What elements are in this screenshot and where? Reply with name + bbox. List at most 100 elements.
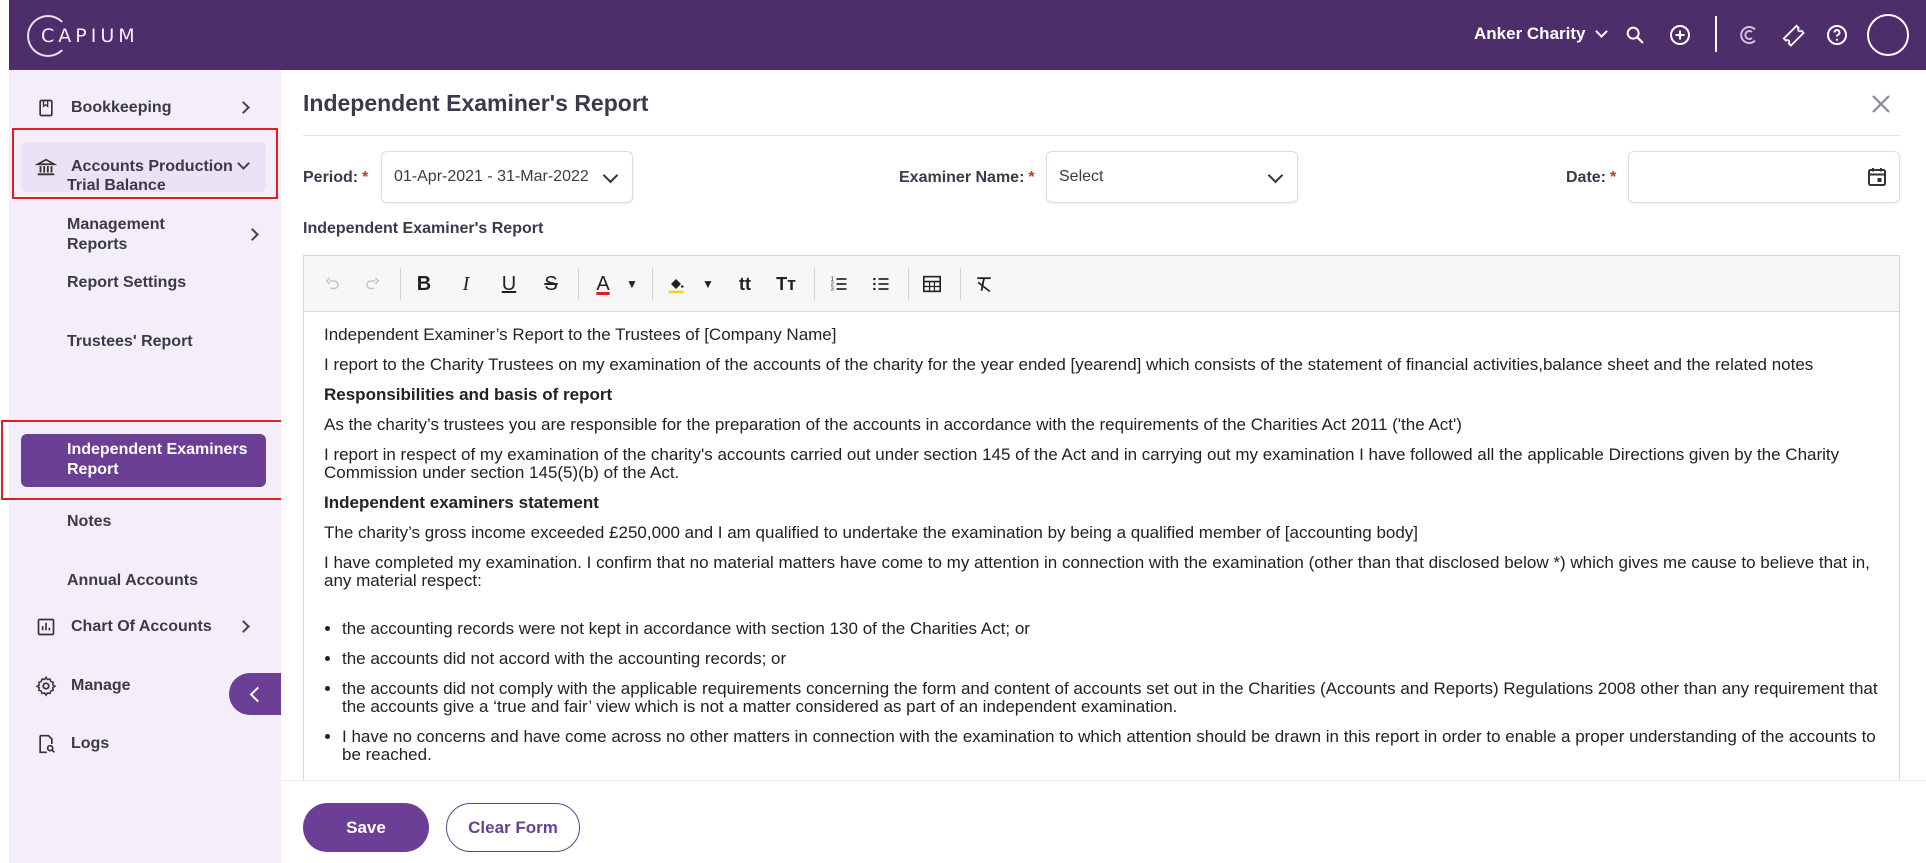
- editor-content[interactable]: Independent Examiner’s Report to the Tru…: [324, 326, 1884, 776]
- clear-format-icon[interactable]: [970, 270, 998, 298]
- sidebar-subitem-report-settings[interactable]: Report Settings: [67, 273, 257, 293]
- clear-form-button[interactable]: Clear Form: [446, 803, 580, 852]
- gear-icon: [35, 675, 57, 697]
- calendar-icon[interactable]: [1865, 165, 1889, 194]
- table-icon[interactable]: [918, 270, 946, 298]
- editor-bullet-list: the accounting records were not kept in …: [324, 620, 1884, 764]
- strikethrough-icon[interactable]: S: [537, 270, 565, 298]
- top-bar: CAPIUM Anker Charity: [9, 0, 1926, 70]
- bar-chart-icon: [35, 616, 57, 638]
- capium-logo[interactable]: CAPIUM: [27, 14, 135, 58]
- font-size-icon[interactable]: tt: [731, 270, 759, 298]
- editor-bullet-item: the accounts did not comply with the app…: [342, 680, 1884, 716]
- editor-bullet-item: the accounting records were not kept in …: [342, 620, 1884, 638]
- editor-heading: Independent examiners statement: [324, 493, 599, 512]
- capium-c-icon[interactable]: [1736, 22, 1762, 48]
- required-mark: *: [1610, 169, 1617, 186]
- chevron-right-icon: [237, 101, 250, 114]
- chevron-left-icon: [249, 686, 265, 702]
- user-avatar[interactable]: [1867, 14, 1909, 56]
- undo-icon[interactable]: [318, 270, 346, 298]
- sidebar-item-label: Bookkeeping: [71, 99, 172, 116]
- sidebar-subitem-trial-balance[interactable]: Trial Balance: [67, 176, 257, 196]
- chevron-down-icon: [602, 167, 619, 184]
- toolbar-separator: [814, 268, 815, 300]
- editor-bullet-item: the accounts did not accord with the acc…: [342, 650, 1884, 668]
- date-label-text: Date:: [1566, 169, 1607, 186]
- ticket-icon[interactable]: [1780, 22, 1806, 48]
- date-input[interactable]: [1628, 151, 1900, 203]
- search-icon[interactable]: [1622, 22, 1648, 48]
- sidebar-item-logs[interactable]: Logs: [21, 719, 266, 769]
- period-select[interactable]: 01-Apr-2021 - 31-Mar-2022: [381, 151, 633, 203]
- collapse-sidebar-button[interactable]: [229, 673, 281, 715]
- chevron-down-icon: [1595, 25, 1609, 38]
- editor-paragraph: The charity’s gross income exceeded £250…: [324, 523, 1419, 542]
- italic-icon[interactable]: I: [452, 270, 480, 298]
- section-label: Independent Examiner's Report: [303, 220, 544, 237]
- svg-text:3: 3: [831, 287, 834, 293]
- page-title: Independent Examiner's Report: [303, 90, 649, 116]
- period-label-text: Period:: [303, 169, 359, 186]
- examiner-name-label: Examiner Name: *: [899, 169, 1035, 187]
- editor-paragraph: As the charity’s trustees you are respon…: [324, 415, 1462, 434]
- sidebar-item-label: Manage: [71, 677, 131, 694]
- bulleted-list-icon[interactable]: [867, 270, 895, 298]
- bank-icon: [35, 156, 57, 178]
- sidebar-item-chart-of-accounts[interactable]: Chart Of Accounts: [21, 602, 266, 652]
- highlight-color-icon[interactable]: [662, 270, 690, 298]
- examiner-name-select[interactable]: Select: [1046, 151, 1298, 203]
- document-search-icon: [35, 733, 57, 755]
- editor-bullet-item: I have no concerns and have come across …: [342, 728, 1884, 764]
- toolbar-separator: [578, 268, 579, 300]
- save-button[interactable]: Save: [303, 803, 429, 852]
- required-mark: *: [362, 169, 369, 186]
- chevron-down-icon: [1267, 167, 1284, 184]
- sidebar-item-label: Accounts Production: [71, 158, 233, 175]
- sidebar-subitem-label: Independent Examiners Report: [67, 441, 248, 478]
- sidebar-item-label: Chart Of Accounts: [71, 618, 212, 635]
- date-label: Date: *: [1566, 169, 1616, 187]
- sidebar-subitem-annual-accounts[interactable]: Annual Accounts: [67, 571, 257, 591]
- help-icon[interactable]: [1824, 22, 1850, 48]
- period-label: Period: *: [303, 169, 368, 187]
- chevron-right-icon: [246, 228, 259, 241]
- sidebar-item-label: Logs: [71, 735, 110, 752]
- app-frame: CAPIUM Anker Charity Bookkeeping Account…: [1, 0, 1926, 863]
- sidebar-item-bookkeeping[interactable]: Bookkeeping: [21, 83, 266, 133]
- text-size-icon[interactable]: Tт: [772, 270, 800, 298]
- redo-icon[interactable]: [359, 270, 387, 298]
- toolbar-separator: [400, 268, 401, 300]
- chevron-right-icon: [237, 620, 250, 633]
- sidebar-subitem-notes[interactable]: Notes: [67, 512, 257, 532]
- close-icon[interactable]: [1869, 92, 1893, 116]
- examiner-placeholder: Select: [1059, 168, 1104, 185]
- sidebar-subitem-management-reports[interactable]: Management Reports: [67, 215, 259, 255]
- font-color-dropdown-icon[interactable]: ▼: [618, 270, 646, 298]
- examiner-label-text: Examiner Name:: [899, 169, 1025, 186]
- organisation-selector[interactable]: Anker Charity: [1474, 24, 1609, 44]
- underline-icon[interactable]: U: [495, 270, 523, 298]
- sidebar-subitem-trustees-report[interactable]: Trustees' Report: [67, 332, 257, 352]
- sidebar-subitem-label: Management Reports: [67, 216, 165, 253]
- title-divider: [303, 135, 1900, 136]
- toolbar-separator: [960, 268, 961, 300]
- editor-toolbar: B I U S A ▼ ▼ tt Tт 123: [304, 256, 1899, 312]
- toolbar-separator: [908, 268, 909, 300]
- font-color-icon[interactable]: A: [589, 270, 617, 298]
- chevron-down-icon: [237, 157, 250, 170]
- required-mark: *: [1028, 169, 1035, 186]
- editor-heading: Responsibilities and basis of report: [324, 385, 613, 404]
- main-panel: Independent Examiner's Report Period: * 0…: [281, 70, 1926, 863]
- organisation-name: Anker Charity: [1474, 24, 1586, 43]
- add-circle-icon[interactable]: [1667, 22, 1693, 48]
- numbered-list-icon[interactable]: 123: [825, 270, 853, 298]
- sidebar-subitem-independent-examiners-report[interactable]: Independent Examiners Report: [21, 434, 266, 487]
- editor-paragraph: I report to the Charity Trustees on my e…: [324, 355, 1814, 374]
- period-value: 01-Apr-2021 - 31-Mar-2022: [394, 168, 589, 185]
- highlight-dropdown-icon[interactable]: ▼: [694, 270, 722, 298]
- toolbar-separator: [652, 268, 653, 300]
- rich-text-editor[interactable]: B I U S A ▼ ▼ tt Tт 123 Independent Exam…: [303, 255, 1900, 863]
- bold-icon[interactable]: B: [410, 270, 438, 298]
- editor-paragraph: I report in respect of my examination of…: [324, 445, 1840, 482]
